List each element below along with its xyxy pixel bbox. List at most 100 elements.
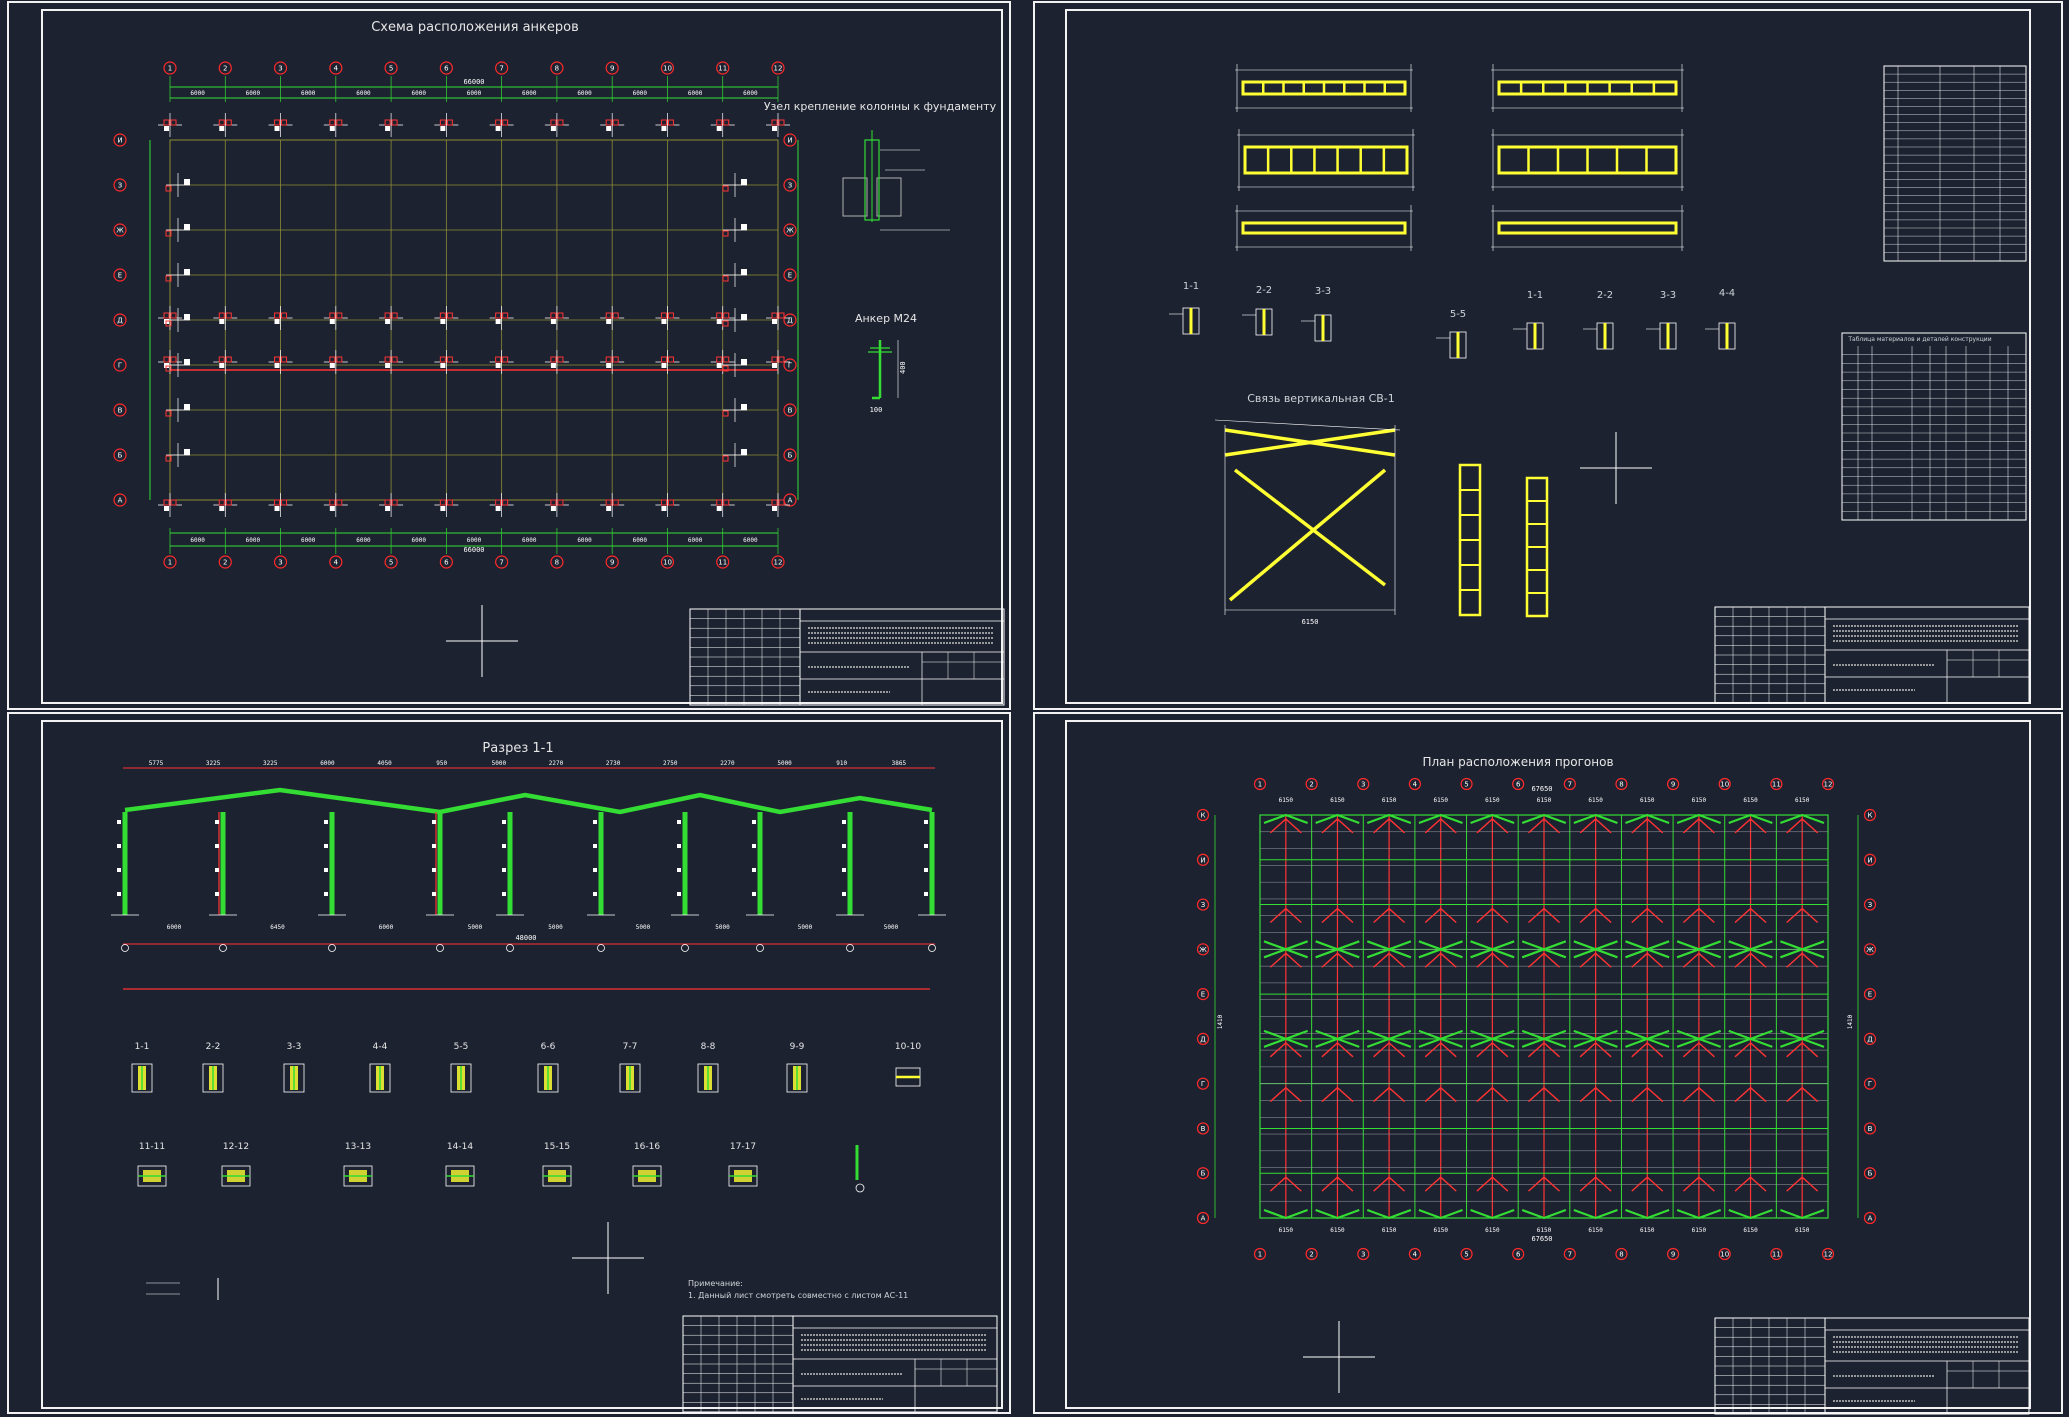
purlin-bay-dim: 6150: [1279, 797, 1294, 804]
axis-label: 9: [1671, 781, 1675, 789]
axis-label: 7: [499, 559, 503, 567]
bay-dim-bottom: 6000: [577, 537, 592, 544]
bay-dim-top: 6000: [467, 90, 482, 97]
axis-label: Д: [117, 317, 123, 325]
section-bottom-dim: 5000: [468, 924, 483, 931]
axis-label: З: [118, 182, 123, 190]
bay-dim-top: 6000: [301, 90, 316, 97]
axis-label: И: [117, 137, 122, 145]
purlin-axis-top-12: 12: [1821, 777, 1835, 791]
purlin-bay-dim: 6150: [1692, 797, 1707, 804]
section-top-dim: 910: [836, 760, 847, 767]
axis-label: И: [787, 137, 792, 145]
axis-top-10: 10: [660, 61, 675, 75]
axis-label: 2: [1309, 1251, 1313, 1259]
axis-label: 12: [1824, 1251, 1833, 1259]
bay-dim-bottom: 6000: [412, 537, 427, 544]
detail-label: 11-11: [139, 1142, 165, 1152]
axis-label: 1: [1258, 1251, 1262, 1259]
note-title: Примечание:: [688, 1279, 743, 1288]
section-top-dim: 2730: [606, 760, 621, 767]
detail-label: 6-6: [541, 1042, 556, 1052]
section-title: Разрез 1-1: [482, 741, 553, 756]
axis-bottom-11: 11: [716, 555, 730, 569]
bay-dim-top: 6000: [743, 90, 758, 97]
axis-label: 5: [389, 65, 393, 73]
axis-label: Е: [118, 272, 122, 280]
axis-label: 6: [444, 559, 449, 567]
detail-label: 4-4: [373, 1042, 388, 1052]
section-total-dim: 48000: [515, 934, 536, 942]
br-section-4: 5-5: [1450, 309, 1466, 320]
purlin-axis-bottom-11: 11: [1770, 1247, 1783, 1261]
axis-label: 9: [610, 65, 614, 73]
purlin-bay-dim: 6150: [1743, 1227, 1758, 1234]
section-top-dim: 5000: [492, 760, 507, 767]
node-title: Узел крепление колонны к фундаменту: [764, 100, 997, 113]
bay-dim-top: 6000: [577, 90, 592, 97]
axis-label: Г: [788, 362, 792, 370]
bay-dim-bottom: 6000: [522, 537, 537, 544]
axis-label: 9: [610, 559, 614, 567]
section-top-dim: 4050: [377, 760, 392, 767]
axis-label: 7: [1568, 1251, 1572, 1259]
bay-dim-bottom: 6000: [356, 537, 371, 544]
section-bottom-dim: 6450: [270, 924, 285, 931]
axis-label: 1: [168, 559, 172, 567]
axis-label: 5: [389, 559, 393, 567]
anchors-total-dim-bottom: 66000: [463, 546, 484, 554]
purlin-bay-dim: 6150: [1537, 797, 1552, 804]
br-section-7: 3-3: [1660, 290, 1676, 301]
bay-dim-top: 6000: [633, 90, 648, 97]
axis-label: 10: [1720, 1251, 1729, 1259]
section-top-dim: 6000: [320, 760, 335, 767]
axis-label: А: [1201, 1215, 1206, 1223]
purlin-axis-bottom-10: 10: [1718, 1247, 1731, 1261]
axis-label: 8: [555, 65, 559, 73]
axis-label: 3: [1361, 781, 1365, 789]
purlin-axis-top-11: 11: [1770, 777, 1783, 791]
detail-label: 10-10: [895, 1042, 921, 1052]
bay-dim-top: 6000: [356, 90, 371, 97]
detail-label: 8-8: [701, 1042, 716, 1052]
axis-label: 5: [1464, 781, 1468, 789]
br-section-8: 4-4: [1719, 288, 1735, 299]
br-section-6: 2-2: [1597, 290, 1613, 301]
purlin-bay-dim: 6150: [1279, 1227, 1294, 1234]
purlin-bay-dim: 6150: [1588, 797, 1603, 804]
purlin-bay-dim: 6150: [1795, 1227, 1810, 1234]
bay-dim-bottom: 6000: [301, 537, 316, 544]
detail-label: 3-3: [287, 1042, 302, 1052]
axis-label: Д: [1867, 1035, 1873, 1043]
purlin-bay-dim: 6150: [1640, 1227, 1655, 1234]
axis-bottom-10: 10: [660, 555, 675, 569]
section-top-dim: 5775: [149, 760, 164, 767]
section-bottom-dim: 5000: [798, 924, 813, 931]
bay-dim-top: 6000: [246, 90, 261, 97]
axis-label: Е: [1201, 991, 1205, 999]
bay-dim-bottom: 6000: [467, 537, 482, 544]
axis-label: 8: [1619, 781, 1623, 789]
section-top-dim: 3865: [892, 760, 907, 767]
detail-label: 5-5: [454, 1042, 469, 1052]
bay-dim-bottom: 6000: [743, 537, 758, 544]
axis-label: В: [788, 407, 793, 415]
bay-dim-bottom: 6000: [190, 537, 205, 544]
axis-label: 4: [334, 65, 339, 73]
axis-label: Б: [788, 452, 793, 460]
axis-label: И: [1200, 856, 1205, 864]
purlins-total-dim-top: 67650: [1531, 785, 1552, 793]
axis-label: К: [1201, 812, 1206, 820]
axis-label: 8: [1619, 1251, 1623, 1259]
axis-label: 10: [663, 559, 672, 567]
purlin-bay-dim: 6150: [1640, 797, 1655, 804]
detail-label: 12-12: [223, 1142, 249, 1152]
anchor-dim-width: 100: [870, 406, 883, 414]
purlin-bay-dim: 6150: [1743, 797, 1758, 804]
axis-label: 7: [1568, 781, 1572, 789]
detail-label: 16-16: [634, 1142, 660, 1152]
purlin-bay-dim: 6150: [1692, 1227, 1707, 1234]
anchor-m24-title: Анкер М24: [855, 312, 917, 325]
axis-label: 3: [1361, 1251, 1365, 1259]
axis-bottom-12: 12: [771, 555, 785, 569]
